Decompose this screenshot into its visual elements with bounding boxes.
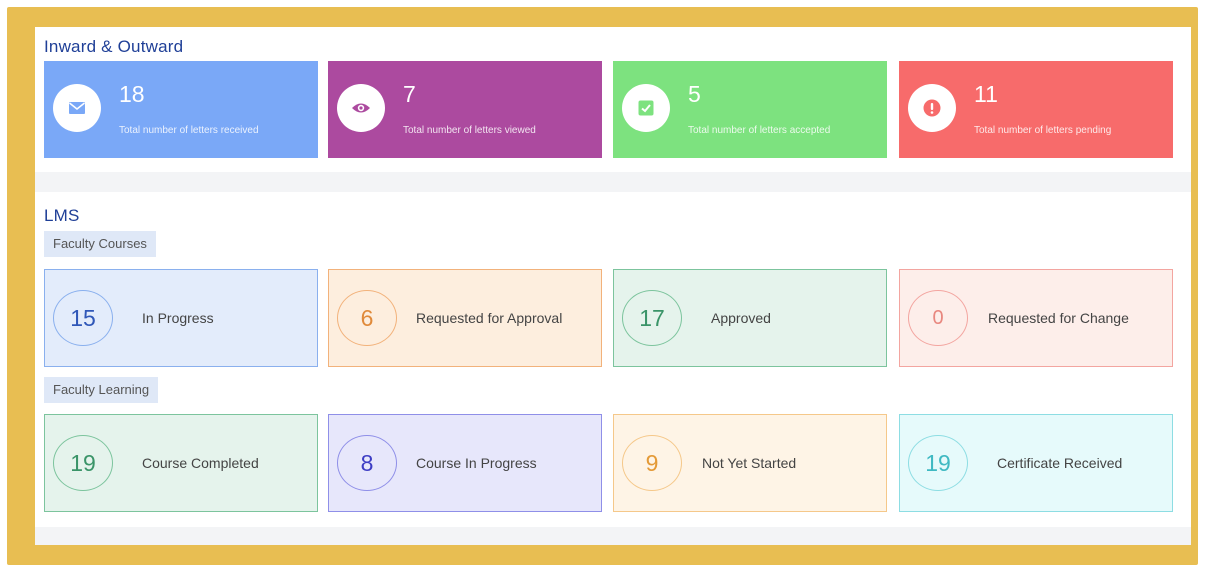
stat-label: Total number of letters pending [974,125,1112,136]
letters-received-tile[interactable]: 18 Total number of letters received [44,61,318,158]
learning-card-certificate-received[interactable]: 19 Certificate Received [899,414,1173,512]
card-label: Requested for Approval [416,310,563,326]
faculty-courses-tag: Faculty Courses [44,231,156,257]
faculty-learning-tag: Faculty Learning [44,377,159,403]
learning-card-course-in-progress[interactable]: 8 Course In Progress [328,414,602,512]
letters-pending-tile[interactable]: 11 Total number of letters pending [899,61,1173,158]
course-card-requested-change[interactable]: 0 Requested for Change [899,269,1173,367]
learning-card-not-yet-started[interactable]: 9 Not Yet Started [613,414,887,512]
count-ring: 17 [622,290,682,346]
letters-accepted-tile[interactable]: 5 Total number of letters accepted [613,61,887,158]
envelope-icon [53,84,101,132]
count-ring: 15 [53,290,113,346]
lms-title: LMS [44,206,80,225]
eye-icon [337,84,385,132]
course-card-in-progress[interactable]: 15 In Progress [44,269,318,367]
card-label: Certificate Received [997,455,1123,471]
stat-value: 11 [974,81,998,107]
check-square-icon [622,84,670,132]
card-label: In Progress [142,310,214,326]
count-ring: 6 [337,290,397,346]
count-ring: 0 [908,290,968,346]
course-card-requested-approval[interactable]: 6 Requested for Approval [328,269,602,367]
stat-label: Total number of letters received [119,125,259,136]
stat-label: Total number of letters accepted [688,125,831,136]
exclamation-icon [908,84,956,132]
stat-value: 7 [403,81,416,107]
count-ring: 19 [908,435,968,491]
card-label: Course Completed [142,455,259,471]
card-label: Approved [711,310,771,326]
stat-value: 5 [688,81,701,107]
card-label: Course In Progress [416,455,537,471]
inward-outward-title: Inward & Outward [44,37,184,56]
learning-card-course-completed[interactable]: 19 Course Completed [44,414,318,512]
count-ring: 8 [337,435,397,491]
course-card-approved[interactable]: 17 Approved [613,269,887,367]
count-ring: 19 [53,435,113,491]
card-label: Requested for Change [988,310,1129,326]
count-ring: 9 [622,435,682,491]
letters-viewed-tile[interactable]: 7 Total number of letters viewed [328,61,602,158]
stat-value: 18 [119,81,145,107]
stat-label: Total number of letters viewed [403,125,536,136]
card-label: Not Yet Started [702,455,797,471]
